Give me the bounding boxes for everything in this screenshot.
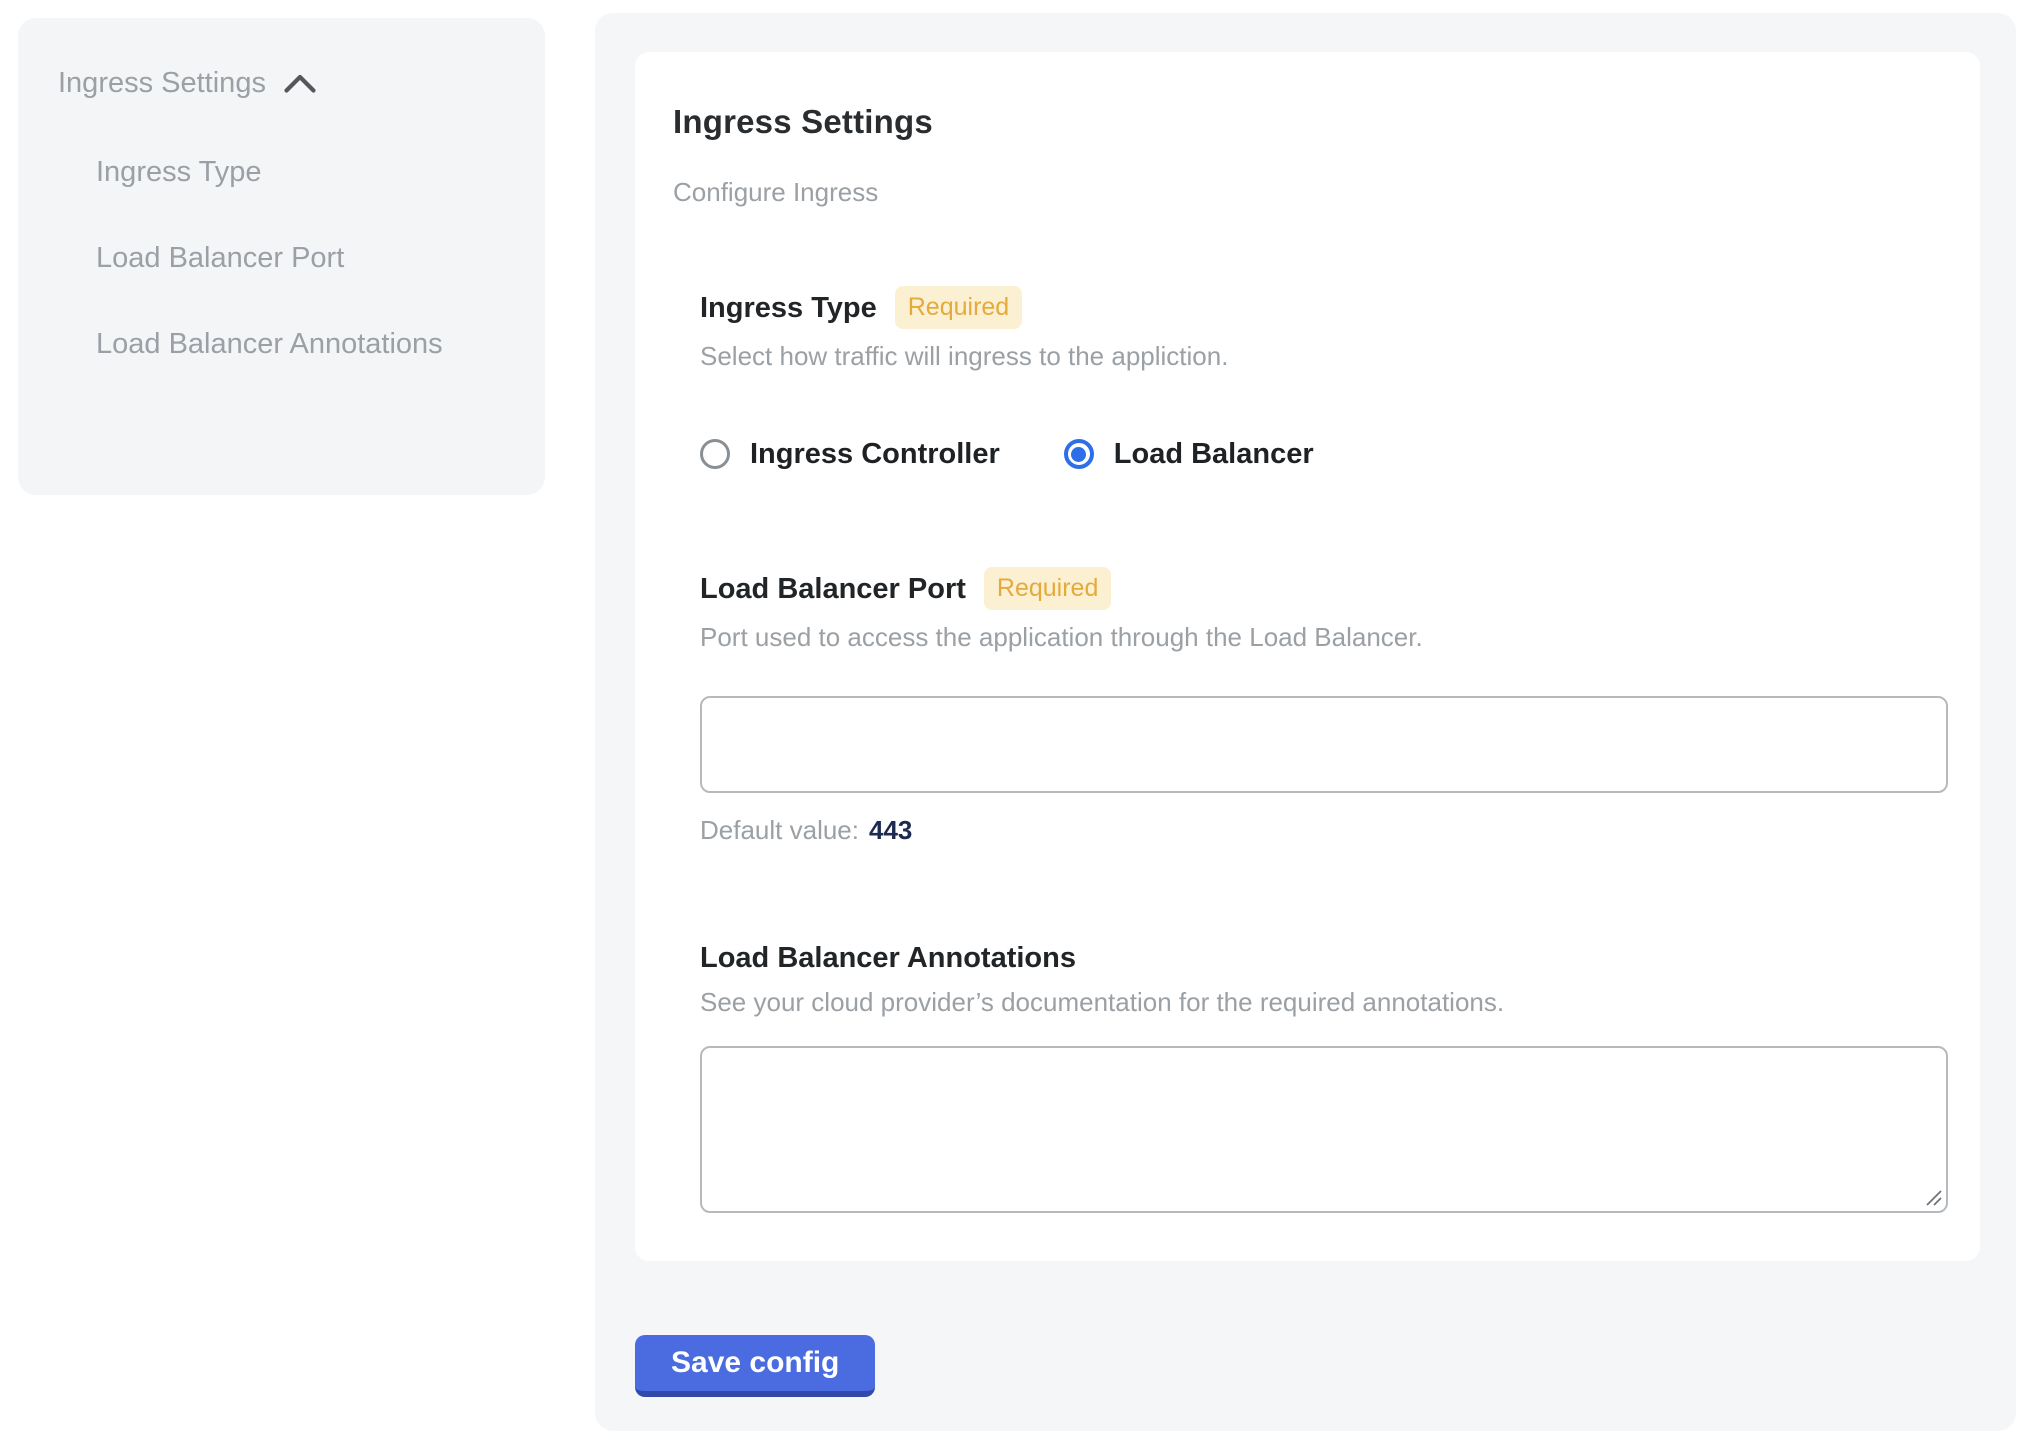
load-balancer-port-description: Port used to access the application thro…: [700, 622, 1948, 652]
required-badge: Required: [895, 286, 1022, 329]
page-subtitle: Configure Ingress: [673, 177, 1948, 207]
textarea-resize-handle-icon[interactable]: [1925, 1189, 1943, 1207]
field-ingress-type: Ingress Type Required Select how traffic…: [700, 286, 1948, 471]
radio-label-ingress-controller: Ingress Controller: [750, 437, 1000, 471]
radio-option-ingress-controller[interactable]: Ingress Controller: [700, 437, 1000, 471]
default-value-label: Default value:: [700, 815, 859, 845]
main-panel: Ingress Settings Configure Ingress Ingre…: [595, 13, 2016, 1431]
load-balancer-port-input[interactable]: [700, 696, 1948, 793]
default-value-row: Default value: 443: [700, 815, 1948, 845]
required-badge: Required: [984, 567, 1111, 610]
ingress-settings-card: Ingress Settings Configure Ingress Ingre…: [635, 52, 1980, 1261]
ingress-type-label: Ingress Type: [700, 291, 877, 325]
sidebar-section-label: Ingress Settings: [58, 66, 266, 100]
radio-selected-icon[interactable]: [1064, 439, 1094, 469]
save-config-button[interactable]: Save config: [635, 1335, 875, 1397]
field-load-balancer-port: Load Balancer Port Required Port used to…: [700, 567, 1948, 845]
ingress-type-description: Select how traffic will ingress to the a…: [700, 341, 1948, 371]
radio-option-load-balancer[interactable]: Load Balancer: [1064, 437, 1314, 471]
sidebar-item-list: Ingress Type Load Balancer Port Load Bal…: [96, 142, 505, 374]
radio-unselected-icon[interactable]: [700, 439, 730, 469]
load-balancer-port-label: Load Balancer Port: [700, 572, 966, 606]
load-balancer-annotations-label: Load Balancer Annotations: [700, 941, 1076, 975]
settings-sidebar: Ingress Settings Ingress Type Load Balan…: [18, 18, 545, 495]
chevron-up-icon[interactable]: [282, 71, 318, 95]
sidebar-item-load-balancer-annotations[interactable]: Load Balancer Annotations: [96, 314, 456, 374]
default-value: 443: [869, 815, 912, 845]
ingress-form: Ingress Type Required Select how traffic…: [700, 286, 1948, 1213]
sidebar-section-ingress-settings[interactable]: Ingress Settings: [58, 66, 505, 100]
sidebar-item-ingress-type[interactable]: Ingress Type: [96, 142, 456, 202]
ingress-type-options: Ingress Controller Load Balancer: [700, 437, 1948, 471]
load-balancer-annotations-textarea[interactable]: [700, 1046, 1948, 1213]
page-title: Ingress Settings: [673, 102, 1948, 142]
field-load-balancer-annotations: Load Balancer Annotations See your cloud…: [700, 941, 1948, 1213]
radio-label-load-balancer: Load Balancer: [1114, 437, 1314, 471]
load-balancer-annotations-description: See your cloud provider’s documentation …: [700, 987, 1948, 1017]
sidebar-item-load-balancer-port[interactable]: Load Balancer Port: [96, 228, 456, 288]
